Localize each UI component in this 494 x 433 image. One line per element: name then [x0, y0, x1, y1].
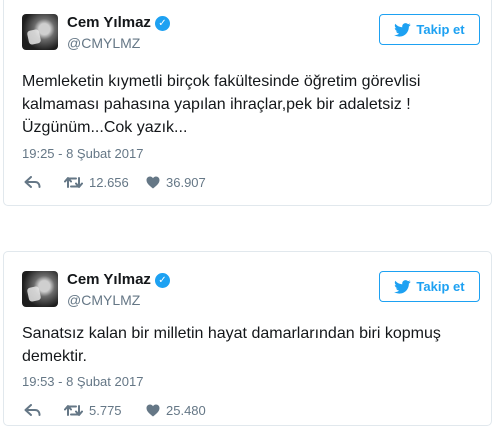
follow-button[interactable]: Takip et [379, 14, 480, 45]
like-count: 25.480 [166, 403, 206, 418]
author-name[interactable]: Cem Yılmaz [67, 14, 151, 31]
author-name-row[interactable]: Cem Yılmaz ✓ [67, 271, 170, 288]
reply-button[interactable] [24, 176, 41, 189]
heart-icon [146, 176, 160, 189]
tweet-card: Cem Yılmaz ✓ @CMYLMZ Takip et Sanatsız ka… [3, 251, 492, 426]
like-count: 36.907 [166, 175, 206, 190]
verified-badge-icon: ✓ [154, 273, 170, 288]
tweet-text: Memleketin kıymetli birçok fakültesinde … [22, 73, 421, 136]
tweet-timestamp[interactable]: 19:25 - 8 Şubat 2017 [22, 146, 143, 161]
follow-label: Takip et [416, 279, 465, 294]
reply-arrow-icon [24, 404, 41, 416]
tweet-actions: 12.656 36.907 [24, 175, 206, 190]
retweet-button[interactable]: 12.656 [64, 175, 146, 190]
author-handle[interactable]: @CMYLMZ [67, 292, 140, 308]
twitter-bird-icon [394, 279, 412, 294]
retweet-count: 12.656 [89, 175, 129, 190]
follow-label: Takip et [416, 22, 465, 37]
tweet-text: Sanatsız kalan bir milletin hayat damarl… [22, 325, 441, 365]
twitter-bird-icon [394, 22, 412, 37]
author-name[interactable]: Cem Yılmaz [67, 271, 151, 288]
tweet-card: Cem Yılmaz ✓ @CMYLMZ Takip et Memleketin … [3, 0, 492, 206]
avatar[interactable] [22, 271, 58, 307]
author-handle[interactable]: @CMYLMZ [67, 35, 140, 51]
avatar[interactable] [22, 14, 58, 50]
author-name-row[interactable]: Cem Yılmaz ✓ [67, 14, 170, 31]
reply-arrow-icon [24, 176, 41, 188]
verified-badge-icon: ✓ [154, 16, 170, 31]
reply-button[interactable] [24, 404, 41, 417]
heart-icon [146, 404, 160, 417]
tweet-timestamp[interactable]: 19:53 - 8 Şubat 2017 [22, 374, 143, 389]
like-button[interactable]: 25.480 [146, 403, 206, 418]
retweet-icon [64, 177, 83, 188]
retweet-icon [64, 405, 83, 416]
like-button[interactable]: 36.907 [146, 175, 206, 190]
follow-button[interactable]: Takip et [379, 271, 480, 302]
retweet-button[interactable]: 5.775 [64, 403, 146, 418]
tweet-actions: 5.775 25.480 [24, 403, 206, 418]
retweet-count: 5.775 [89, 403, 122, 418]
